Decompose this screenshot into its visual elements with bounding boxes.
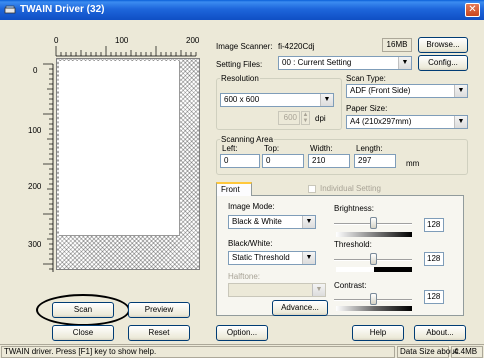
- threshold-ramp: [336, 267, 412, 272]
- top-label: Top:: [264, 144, 280, 153]
- resolution-value: 600 x 600: [224, 95, 260, 104]
- width-field[interactable]: 210: [308, 154, 350, 168]
- mm-unit-label: mm: [406, 159, 420, 168]
- chevron-down-icon: ▼: [312, 284, 325, 296]
- chevron-down-icon: ▼: [454, 116, 467, 128]
- contrast-slider-thumb[interactable]: [370, 293, 377, 305]
- ruler-h-tick-100: 100: [115, 36, 129, 45]
- image-mode-value: Black & White: [232, 217, 282, 226]
- contrast-value-field[interactable]: 128: [424, 290, 444, 304]
- tab-front[interactable]: Front: [216, 182, 252, 196]
- status-hint: TWAIN driver. Press [F1] key to show hel…: [1, 346, 395, 358]
- memory-indicator: 16MB: [382, 38, 412, 52]
- resolution-label: Resolution: [220, 74, 260, 84]
- contrast-ramp: [336, 306, 412, 311]
- paper-size-value: A4 (210x297mm): [350, 117, 412, 126]
- ruler-h-tick-0: 0: [54, 36, 59, 45]
- page-preview: [59, 61, 180, 236]
- scanner-app-icon: [4, 5, 16, 14]
- length-field[interactable]: 297: [354, 154, 396, 168]
- ruler-v-tick-100: 100: [28, 126, 42, 135]
- option-button[interactable]: Option...: [216, 325, 268, 341]
- help-button[interactable]: Help: [352, 325, 404, 341]
- individual-setting-label: Individual Setting: [320, 184, 381, 193]
- brightness-slider-thumb[interactable]: [370, 217, 377, 229]
- top-field[interactable]: 0: [262, 154, 304, 168]
- paper-size-dropdown[interactable]: A4 (210x297mm) ▼: [346, 115, 468, 129]
- data-size-value: 4.4MB: [451, 346, 483, 358]
- ruler-h-tick-200: 200: [186, 36, 200, 45]
- close-button[interactable]: Close: [52, 325, 114, 341]
- vertical-ruler: [40, 60, 54, 274]
- chevron-down-icon: ▼: [454, 85, 467, 97]
- brightness-slider[interactable]: [334, 214, 416, 234]
- length-label: Length:: [356, 144, 383, 153]
- brightness-label: Brightness:: [334, 204, 375, 213]
- scan-type-dropdown[interactable]: ADF (Front Side) ▼: [346, 84, 468, 98]
- black-white-label: Black/White:: [228, 239, 273, 248]
- threshold-label: Threshold:: [334, 240, 372, 249]
- brightness-value-field[interactable]: 128: [424, 218, 444, 232]
- dpi-unit-label: dpi: [315, 114, 326, 123]
- threshold-value-field[interactable]: 128: [424, 252, 444, 266]
- custom-dpi-field: 600: [278, 111, 300, 125]
- ruler-v-tick-200: 200: [28, 182, 42, 191]
- ruler-v-tick-0: 0: [33, 66, 38, 75]
- setting-files-label: Setting Files:: [216, 60, 263, 69]
- data-size-label: Data Size about:: [397, 346, 459, 358]
- setting-files-dropdown[interactable]: 00 : Current Setting ▼: [278, 56, 412, 70]
- about-button[interactable]: About...: [414, 325, 466, 341]
- halftone-label: Halftone:: [228, 272, 261, 281]
- image-scanner-label: Image Scanner:: [216, 42, 273, 51]
- brightness-ramp: [336, 232, 412, 237]
- individual-setting-checkbox: [308, 185, 316, 193]
- setting-files-value: 00 : Current Setting: [282, 58, 352, 67]
- left-field[interactable]: 0: [220, 154, 260, 168]
- horizontal-ruler-ticks: [55, 46, 197, 57]
- window-title: TWAIN Driver (32): [20, 4, 105, 15]
- paper-size-label: Paper Size:: [346, 104, 388, 113]
- image-scanner-value: fi-4220Cdj: [278, 42, 315, 51]
- reset-button[interactable]: Reset: [128, 325, 190, 341]
- image-mode-dropdown[interactable]: Black & White ▼: [228, 215, 316, 229]
- chevron-down-icon: ▼: [302, 216, 315, 228]
- width-label: Width:: [310, 144, 333, 153]
- threshold-slider-thumb[interactable]: [370, 253, 377, 265]
- preview-button[interactable]: Preview: [128, 302, 190, 318]
- black-white-dropdown[interactable]: Static Threshold ▼: [228, 251, 316, 265]
- scan-preview-area[interactable]: [56, 58, 200, 270]
- config-button[interactable]: Config...: [418, 55, 468, 71]
- browse-button[interactable]: Browse...: [418, 37, 468, 53]
- chevron-down-icon: ▼: [398, 57, 411, 69]
- left-label: Left:: [222, 144, 238, 153]
- ruler-v-tick-300: 300: [28, 240, 42, 249]
- scan-button[interactable]: Scan: [52, 302, 114, 318]
- dpi-spin-icon: ▲ ▼: [301, 111, 310, 125]
- halftone-dropdown: ▼: [228, 283, 326, 297]
- vertical-ruler-ticks: [43, 63, 54, 272]
- close-window-button[interactable]: ✕: [465, 3, 480, 17]
- title-bar: TWAIN Driver (32) ✕: [0, 0, 484, 20]
- scan-type-value: ADF (Front Side): [350, 86, 411, 95]
- chevron-down-icon: ▼: [302, 252, 315, 264]
- image-mode-label: Image Mode:: [228, 202, 275, 211]
- advance-button[interactable]: Advance...: [272, 300, 328, 316]
- black-white-value: Static Threshold: [232, 253, 290, 262]
- scan-type-label: Scan Type:: [346, 74, 386, 83]
- resolution-dropdown[interactable]: 600 x 600 ▼: [220, 93, 334, 107]
- status-bar: TWAIN driver. Press [F1] key to show hel…: [0, 344, 484, 358]
- chevron-down-icon: ▼: [320, 94, 333, 106]
